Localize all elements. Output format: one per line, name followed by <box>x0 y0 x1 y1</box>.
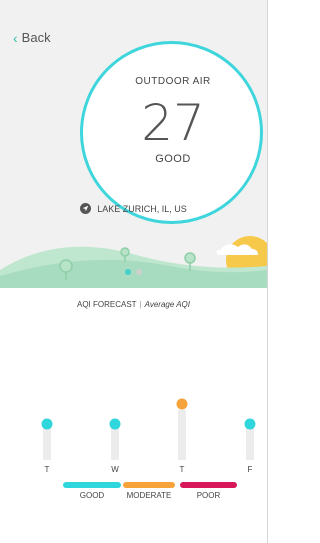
legend-good-label: GOOD <box>79 491 105 500</box>
forecast-point <box>109 418 121 430</box>
outdoor-air-label: OUTDOOR AIR <box>135 76 211 87</box>
legend-moderate: MODERATE <box>123 482 175 502</box>
forecast-point <box>176 398 188 410</box>
page-dot[interactable] <box>136 269 142 275</box>
location-text: LAKE ZURICH, IL, US <box>97 203 187 214</box>
forecast-bar-track <box>178 410 186 460</box>
day-label: F <box>247 465 253 474</box>
chevron-left-icon: ‹ <box>13 29 18 46</box>
forecast-day-labels: T W T F <box>0 465 267 477</box>
legend-poor: POOR <box>180 482 237 502</box>
forecast-title: AQI FORECAST | Average AQI <box>77 300 190 309</box>
location-arrow-icon <box>80 203 92 214</box>
back-label: Back <box>21 30 51 45</box>
forecast-point <box>244 418 256 430</box>
legend-poor-label: POOR <box>196 491 221 500</box>
legend-good: GOOD <box>63 482 121 502</box>
aqi-status: GOOD <box>155 153 191 165</box>
forecast-subtitle: Average AQI <box>144 300 190 309</box>
legend-moderate-swatch <box>123 482 175 488</box>
legend-moderate-label: MODERATE <box>126 491 172 500</box>
day-label: T <box>44 465 50 474</box>
page-indicator <box>0 269 267 275</box>
app-screen: ‹ Back OUTDOOR AIR 27 GOOD LAKE ZURICH, … <box>0 0 268 543</box>
page-dot[interactable] <box>125 269 131 275</box>
day-label: T <box>179 465 185 474</box>
legend-poor-swatch <box>180 482 237 488</box>
landscape-illustration <box>0 236 267 288</box>
forecast-point <box>41 418 53 430</box>
location: LAKE ZURICH, IL, US <box>0 203 267 214</box>
day-label: W <box>111 465 119 474</box>
legend-good-swatch <box>63 482 121 488</box>
aqi-legend: GOOD MODERATE POOR <box>0 482 267 512</box>
back-button[interactable]: ‹ Back <box>13 30 51 45</box>
aqi-value: 27 <box>141 94 205 152</box>
forecast-label: AQI FORECAST <box>77 300 137 309</box>
